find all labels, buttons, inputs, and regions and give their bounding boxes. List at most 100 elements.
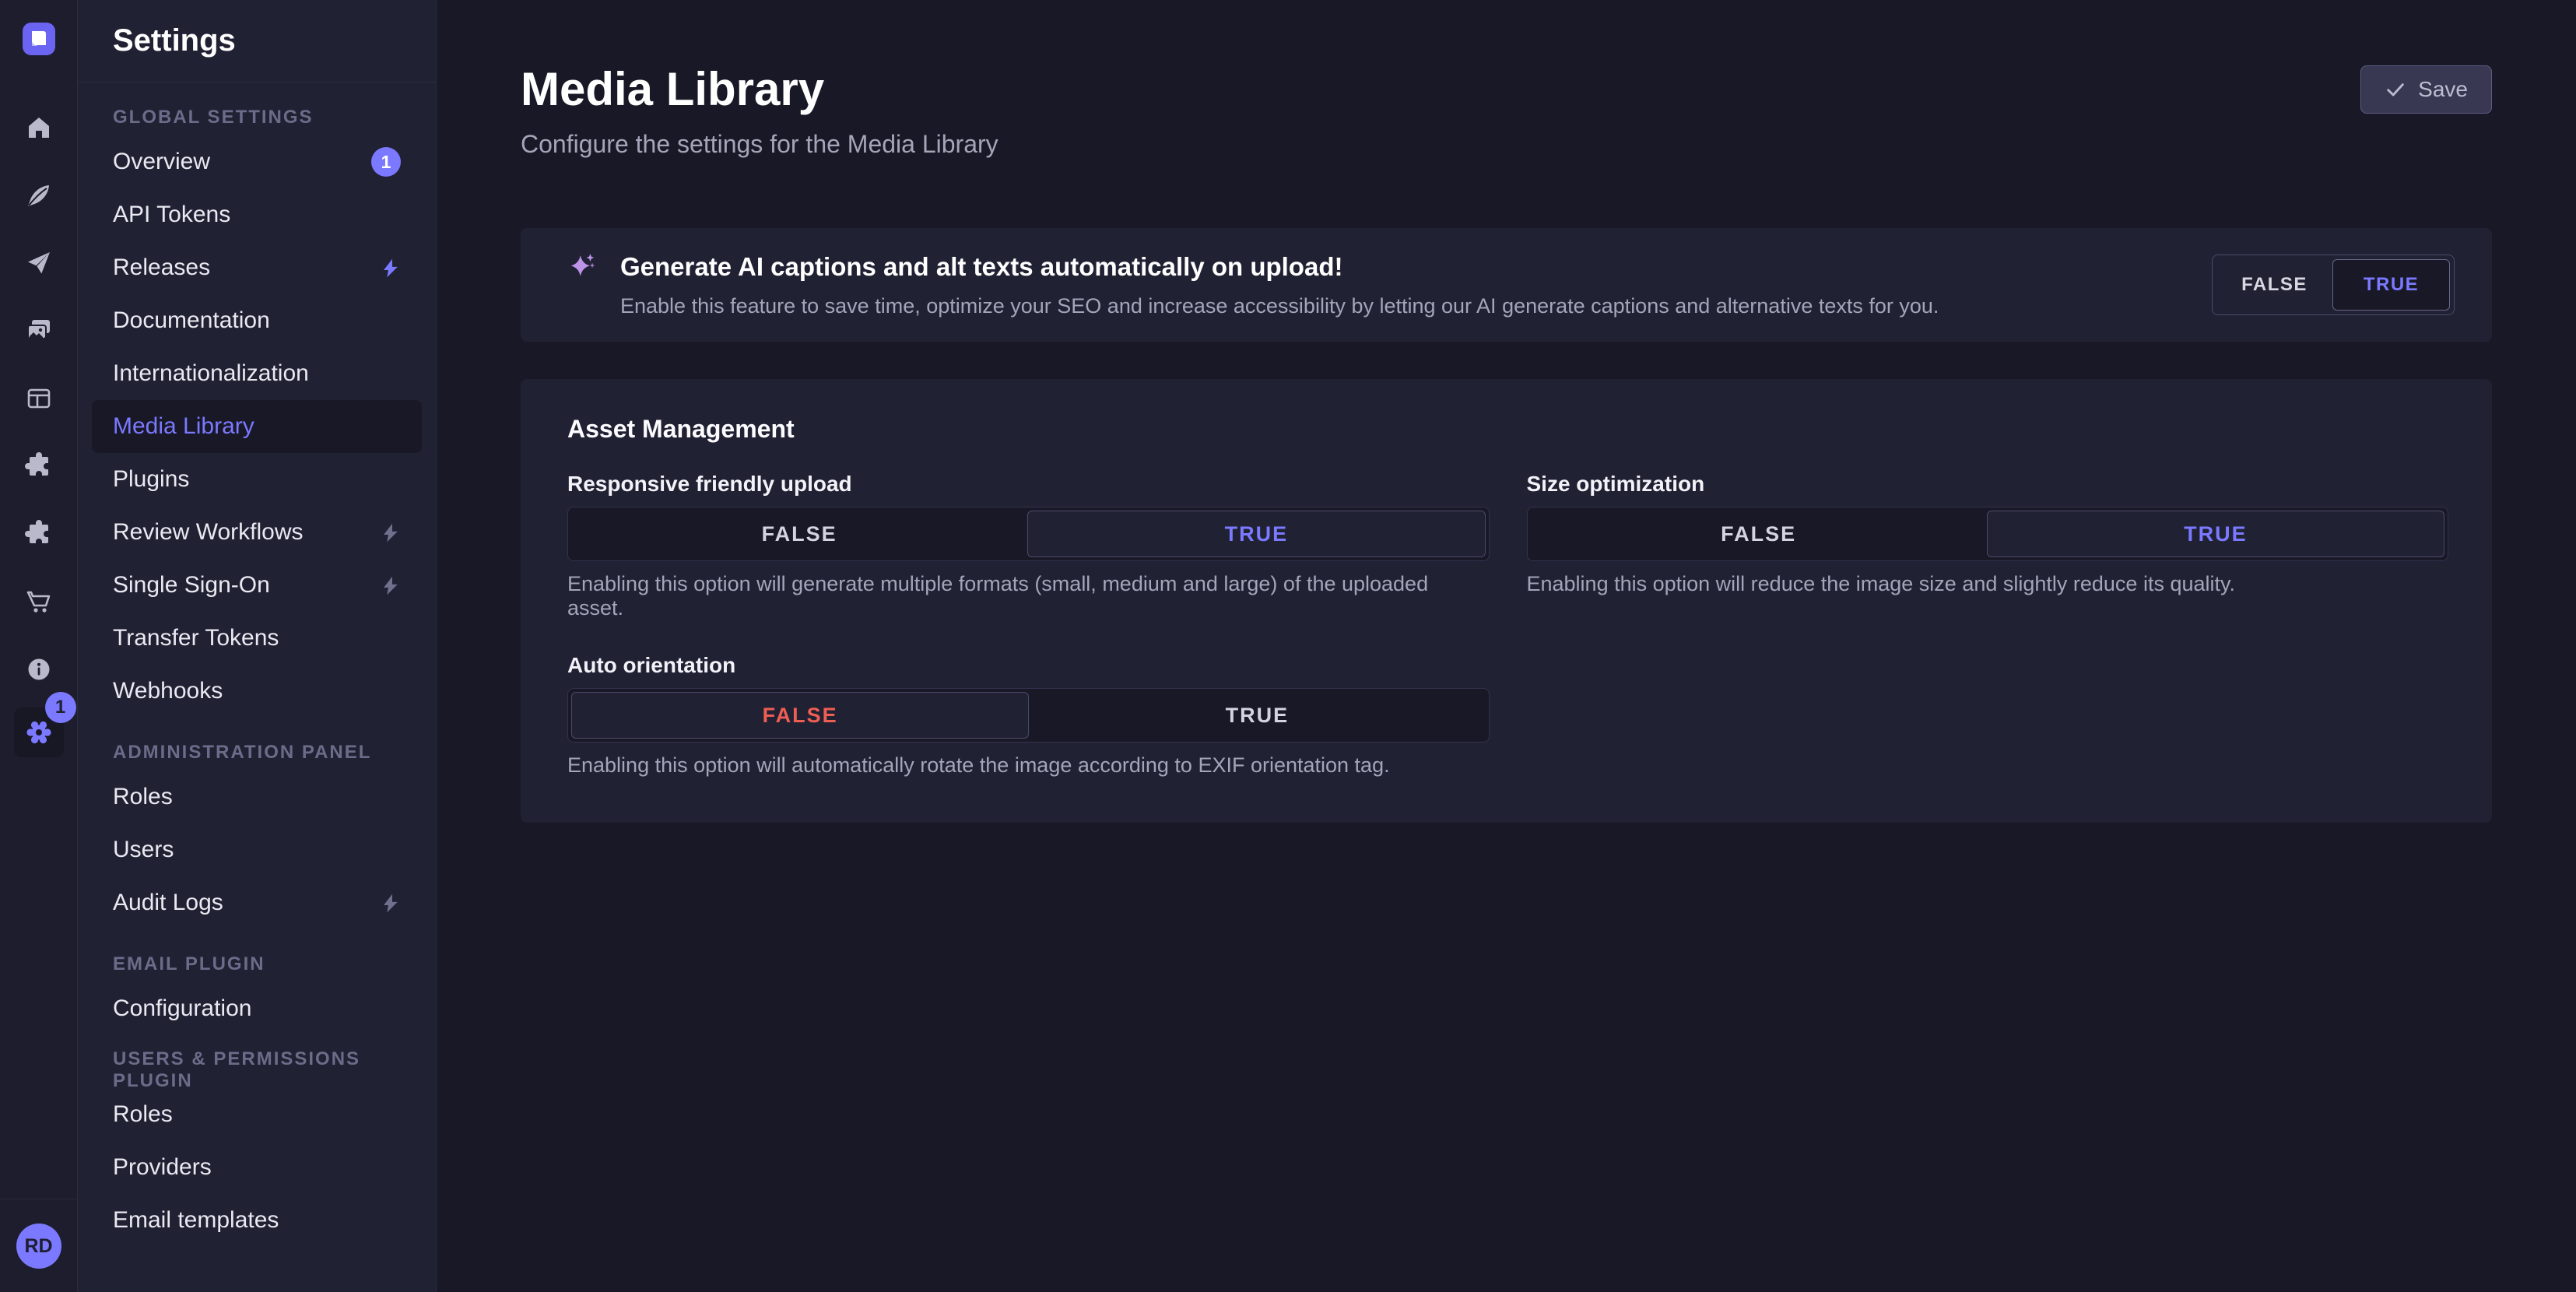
section-heading: ADMINISTRATION PANEL	[78, 735, 436, 771]
size-optimization-toggle: FALSE TRUE	[1527, 507, 2449, 561]
sidebar-item-label: Single Sign-On	[113, 572, 270, 599]
field-size-optimization: Size optimization FALSE TRUE Enabling th…	[1527, 472, 2449, 620]
settings-gear-button[interactable]: 1	[14, 707, 64, 757]
asset-management-card: Asset Management Responsive friendly upl…	[521, 379, 2492, 823]
sidebar-item-webhooks[interactable]: Webhooks	[92, 665, 422, 718]
banner-content: Generate AI captions and alt texts autom…	[567, 252, 1939, 318]
rail-icon-list	[0, 93, 77, 703]
page-header: Media Library Configure the settings for…	[521, 62, 2492, 159]
plugins-puzzle-icon[interactable]	[0, 432, 77, 500]
banner-description: Enable this feature to save time, optimi…	[620, 294, 1939, 318]
responsive-upload-toggle-true[interactable]: TRUE	[1027, 511, 1485, 557]
field-label: Responsive friendly upload	[567, 472, 1490, 497]
ai-captions-toggle-false[interactable]: FALSE	[2216, 259, 2332, 311]
auto-orientation-toggle: FALSE TRUE	[567, 688, 1490, 743]
sidebar-item-label: Configuration	[113, 995, 251, 1022]
sidebar-nav: GLOBAL SETTINGS Overview 1 API Tokens Re…	[78, 83, 436, 1247]
sidebar-item-label: Internationalization	[113, 360, 309, 387]
strapi-logo-icon[interactable]	[23, 23, 55, 55]
section-heading: USERS & PERMISSIONS PLUGIN	[78, 1052, 436, 1088]
field-label: Size optimization	[1527, 472, 2449, 497]
sidebar-item-up-roles[interactable]: Roles	[92, 1088, 422, 1141]
save-button-label: Save	[2418, 77, 2468, 102]
lightning-icon	[380, 893, 401, 914]
responsive-upload-toggle-false[interactable]: FALSE	[571, 511, 1027, 557]
sidebar-item-label: Email templates	[113, 1207, 279, 1234]
auto-orientation-toggle-false[interactable]: FALSE	[571, 692, 1029, 739]
sidebar-item-api-tokens[interactable]: API Tokens	[92, 188, 422, 241]
field-hint: Enabling this option will generate multi…	[567, 572, 1490, 620]
settings-sidebar: Settings GLOBAL SETTINGS Overview 1 API …	[78, 0, 437, 1292]
content-manager-feather-icon[interactable]	[0, 161, 77, 229]
sidebar-item-label: Users	[113, 837, 174, 863]
lightning-icon	[380, 575, 401, 596]
sidebar-item-label: Plugins	[113, 466, 189, 493]
sidebar-item-label: Media Library	[113, 413, 254, 440]
sidebar-item-plugins[interactable]: Plugins	[92, 453, 422, 506]
settings-notification-badge: 1	[45, 692, 76, 723]
lightning-icon	[380, 522, 401, 543]
media-library-images-icon[interactable]	[0, 297, 77, 364]
responsive-upload-toggle: FALSE TRUE	[567, 507, 1490, 561]
check-icon	[2385, 79, 2406, 100]
sidebar-item-internationalization[interactable]: Internationalization	[92, 347, 422, 400]
auto-orientation-toggle-true[interactable]: TRUE	[1029, 692, 1485, 739]
sparkles-icon	[567, 252, 600, 285]
lightning-icon	[380, 258, 401, 279]
sidebar-item-overview[interactable]: Overview 1	[92, 135, 422, 188]
sidebar-item-admin-users[interactable]: Users	[92, 823, 422, 876]
save-button[interactable]: Save	[2360, 65, 2492, 114]
sidebar-item-label: Review Workflows	[113, 519, 304, 546]
sidebar-item-admin-roles[interactable]: Roles	[92, 771, 422, 823]
main-content: Media Library Configure the settings for…	[437, 0, 2576, 1292]
sidebar-item-label: Webhooks	[113, 678, 223, 704]
size-optimization-toggle-false[interactable]: FALSE	[1531, 511, 1987, 557]
sidebar-item-email-templates[interactable]: Email templates	[92, 1194, 422, 1247]
sidebar-item-review-workflows[interactable]: Review Workflows	[92, 506, 422, 559]
sidebar-item-label: Audit Logs	[113, 890, 223, 916]
marketplace-cart-icon[interactable]	[0, 567, 77, 635]
field-auto-orientation: Auto orientation FALSE TRUE Enabling thi…	[567, 653, 1490, 778]
section-email-plugin: EMAIL PLUGIN Configuration	[78, 946, 436, 1035]
ai-captions-banner: Generate AI captions and alt texts autom…	[521, 228, 2492, 342]
sidebar-item-single-sign-on[interactable]: Single Sign-On	[92, 559, 422, 612]
content-type-builder-layout-icon[interactable]	[0, 364, 77, 432]
sidebar-item-label: Roles	[113, 784, 173, 810]
section-heading: GLOBAL SETTINGS	[78, 100, 436, 135]
ai-captions-toggle: FALSE TRUE	[2212, 255, 2455, 315]
section-heading: EMAIL PLUGIN	[78, 946, 436, 982]
sidebar-item-providers[interactable]: Providers	[92, 1141, 422, 1194]
ai-captions-toggle-true[interactable]: TRUE	[2332, 259, 2450, 311]
sidebar-item-label: API Tokens	[113, 202, 230, 228]
asset-management-heading: Asset Management	[567, 415, 2448, 444]
sidebar-item-media-library[interactable]: Media Library	[92, 400, 422, 453]
app-window: 1 RD Settings GLOBAL SETTINGS Overview 1…	[0, 0, 2576, 1292]
sidebar-item-releases[interactable]: Releases	[92, 241, 422, 294]
sidebar-item-audit-logs[interactable]: Audit Logs	[92, 876, 422, 929]
user-avatar[interactable]: RD	[16, 1224, 61, 1269]
size-optimization-toggle-true[interactable]: TRUE	[1987, 511, 2444, 557]
sidebar-item-label: Roles	[113, 1101, 173, 1128]
sidebar-title: Settings	[78, 0, 436, 83]
section-global-settings: GLOBAL SETTINGS Overview 1 API Tokens Re…	[78, 100, 436, 718]
gear-icon	[25, 718, 53, 746]
sidebar-item-email-configuration[interactable]: Configuration	[92, 982, 422, 1035]
section-users-permissions-plugin: USERS & PERMISSIONS PLUGIN Roles Provide…	[78, 1052, 436, 1247]
page-title: Media Library	[521, 62, 998, 116]
asset-management-fields: Responsive friendly upload FALSE TRUE En…	[567, 472, 2448, 778]
sidebar-item-label: Documentation	[113, 307, 270, 334]
sidebar-item-label: Providers	[113, 1154, 212, 1181]
sidebar-item-label: Releases	[113, 255, 210, 281]
releases-send-icon[interactable]	[0, 229, 77, 297]
sidebar-item-label: Overview	[113, 149, 210, 175]
banner-text: Generate AI captions and alt texts autom…	[620, 252, 1939, 318]
section-administration-panel: ADMINISTRATION PANEL Roles Users Audit L…	[78, 735, 436, 929]
sidebar-item-transfer-tokens[interactable]: Transfer Tokens	[92, 612, 422, 665]
field-hint: Enabling this option will automatically …	[567, 753, 1490, 778]
field-hint: Enabling this option will reduce the ima…	[1527, 572, 2449, 596]
field-responsive-friendly-upload: Responsive friendly upload FALSE TRUE En…	[567, 472, 1490, 620]
page-subtitle: Configure the settings for the Media Lib…	[521, 130, 998, 159]
home-icon[interactable]	[0, 93, 77, 161]
extensions-puzzle-icon[interactable]	[0, 500, 77, 567]
sidebar-item-documentation[interactable]: Documentation	[92, 294, 422, 347]
